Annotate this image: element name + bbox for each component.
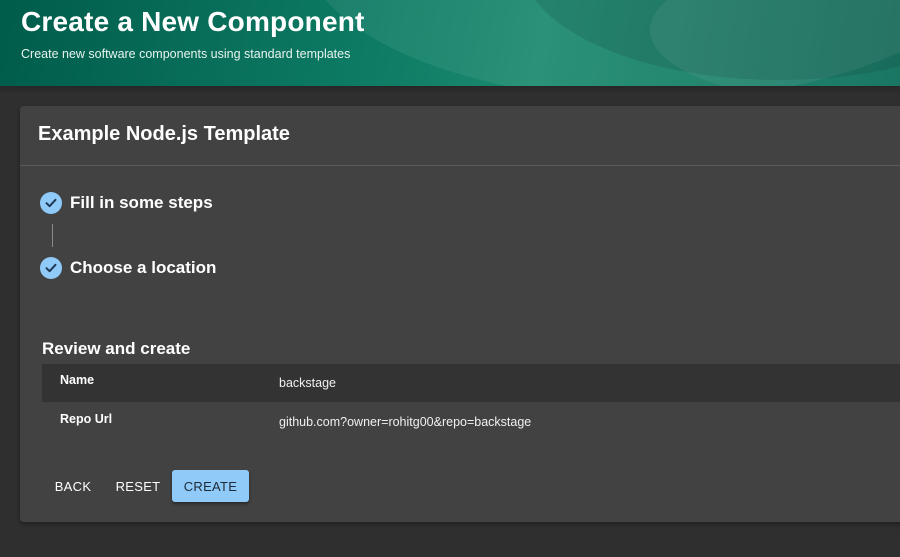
step-label: Choose a location [70, 258, 217, 277]
card-title: Example Node.js Template [38, 123, 290, 145]
header-shadow [0, 86, 900, 94]
step-connector [52, 224, 53, 247]
template-card: Example Node.js Template Fill in some st… [20, 106, 900, 522]
step-choose-a-location[interactable]: Choose a location [40, 257, 216, 279]
review-row-name: Name backstage [42, 364, 900, 402]
step-fill-in-some-steps[interactable]: Fill in some steps [40, 192, 213, 214]
check-circle-icon [40, 257, 62, 279]
page-title: Create a New Component [21, 6, 365, 37]
step-label: Fill in some steps [70, 193, 213, 212]
back-button[interactable]: BACK [48, 470, 98, 502]
review-value: backstage [279, 376, 336, 390]
review-key: Name [60, 373, 95, 387]
review-section-title: Review and create [42, 339, 191, 358]
page-subtitle: Create new software components using sta… [21, 47, 351, 61]
review-row-repo-url: Repo Url github.com?owner=rohitg00&repo=… [42, 403, 900, 441]
review-key: Repo Url [60, 412, 113, 426]
header-wave-decoration [650, 0, 900, 86]
check-circle-icon [40, 192, 62, 214]
create-button[interactable]: CREATE [172, 470, 249, 502]
review-value: github.com?owner=rohitg00&repo=backstage [279, 415, 532, 429]
card-divider [20, 165, 900, 166]
page-header: Create a New Component Create new softwa… [0, 0, 900, 86]
reset-button[interactable]: RESET [110, 470, 166, 502]
